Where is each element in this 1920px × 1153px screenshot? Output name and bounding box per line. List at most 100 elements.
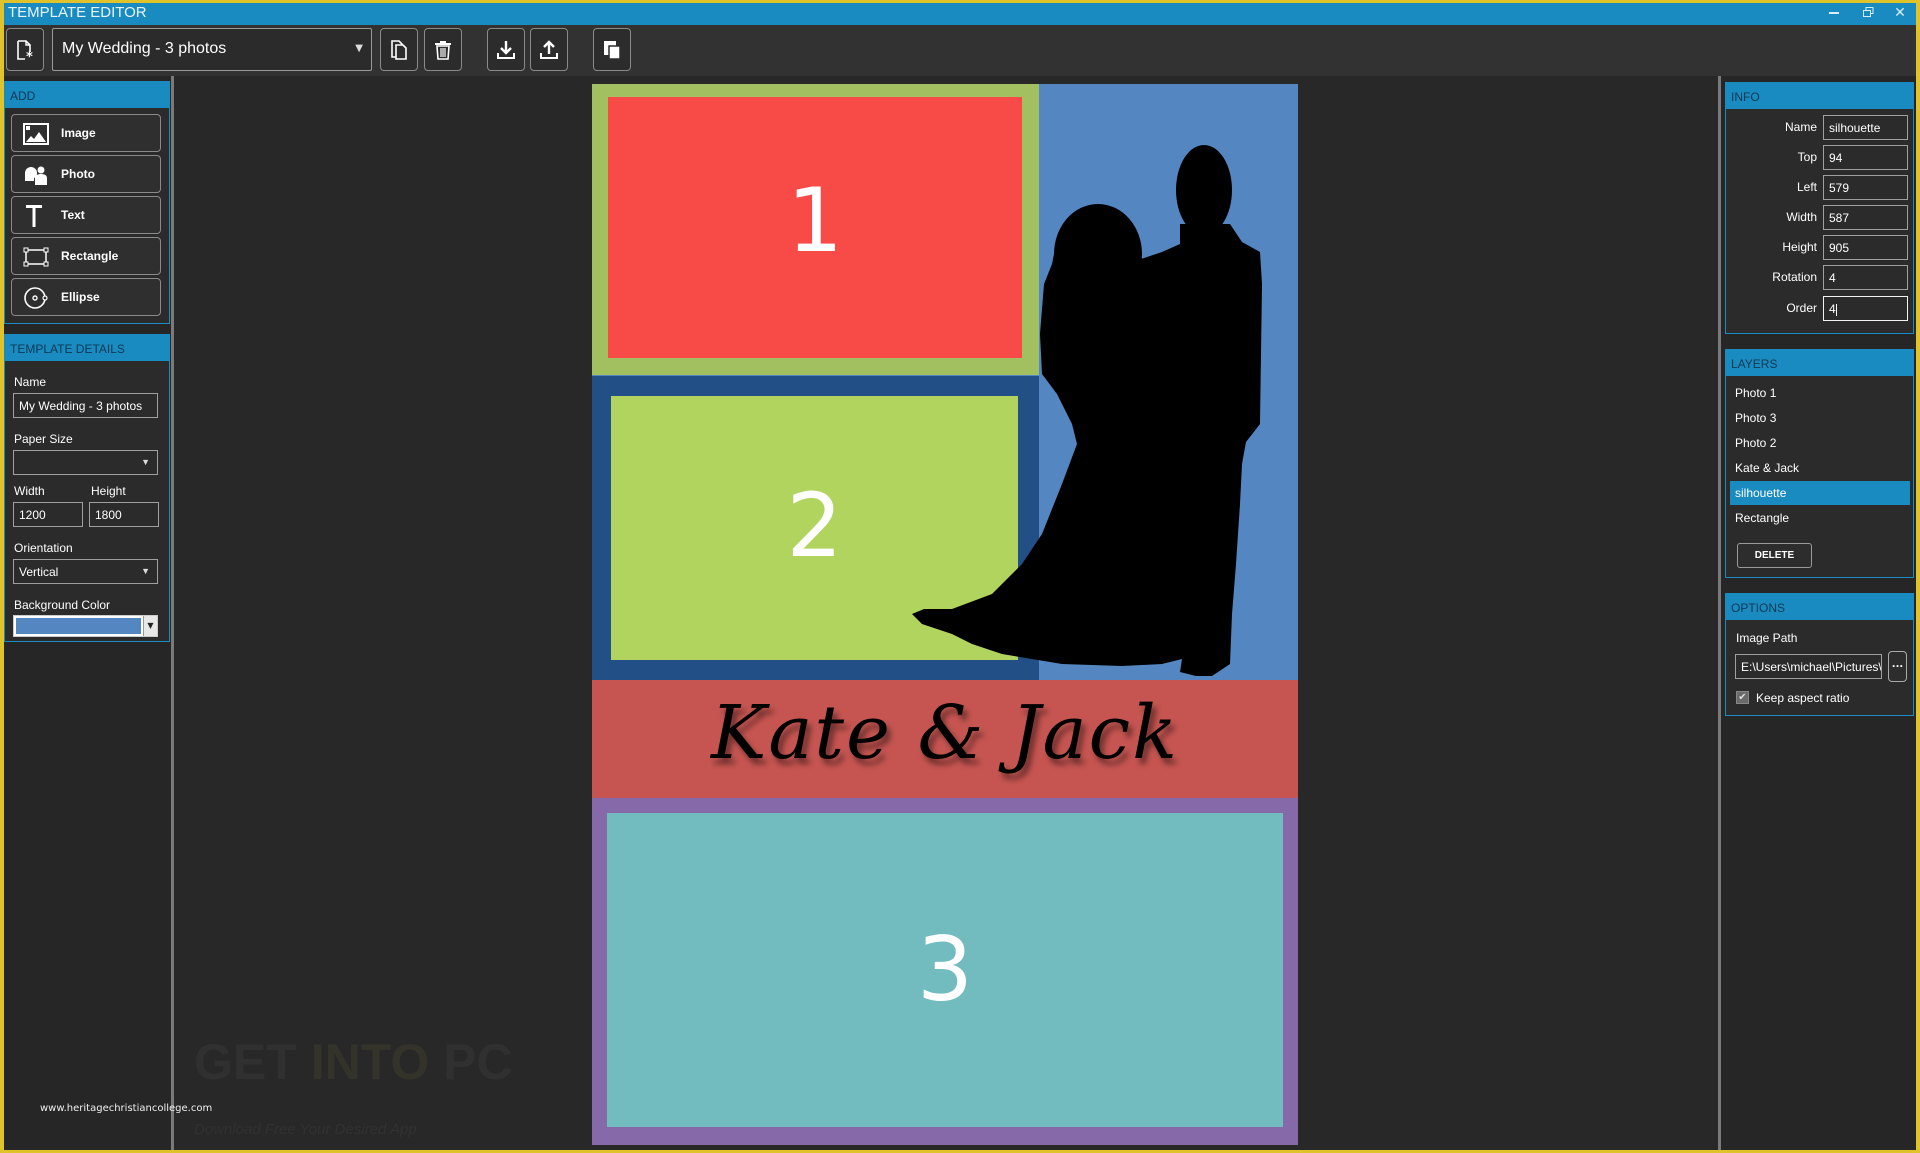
- close-button[interactable]: ✕: [1886, 3, 1914, 25]
- kate-jack-text-banner[interactable]: Kate & Jack: [592, 680, 1298, 798]
- add-ellipse-label: Ellipse: [61, 290, 100, 304]
- duplicate-template-button[interactable]: [380, 28, 418, 71]
- orientation-label: Orientation: [14, 541, 73, 555]
- browse-button[interactable]: ...: [1888, 651, 1907, 682]
- image-path-label: Image Path: [1736, 631, 1798, 645]
- template-selector-value: My Wedding - 3 photos: [62, 40, 227, 57]
- layers-group: LAYERS Photo 1 Photo 3 Photo 2 Kate & Ja…: [1725, 349, 1914, 578]
- photo-3-placeholder[interactable]: 3: [607, 813, 1283, 1127]
- template-details-group: TEMPLATE DETAILS Name My Wedding - 3 pho…: [4, 334, 170, 642]
- restore-icon: [1862, 7, 1873, 17]
- orientation-value: Vertical: [19, 565, 59, 579]
- template-selector[interactable]: My Wedding - 3 photos ▼: [52, 28, 372, 71]
- text-icon: [26, 205, 42, 227]
- add-header: ADD: [5, 82, 169, 108]
- chevron-down-icon[interactable]: ▼: [143, 616, 157, 636]
- background-color-label: Background Color: [14, 598, 111, 612]
- paper-size-label: Paper Size: [14, 432, 73, 446]
- info-header: INFO: [1726, 83, 1913, 109]
- import-template-button[interactable]: [487, 28, 525, 71]
- stack-icon: [604, 40, 621, 60]
- silhouette-image[interactable]: [912, 144, 1272, 704]
- add-image-button[interactable]: Image: [11, 114, 161, 152]
- height-label: Height: [91, 484, 126, 498]
- template-name-input[interactable]: My Wedding - 3 photos: [13, 393, 158, 418]
- template-canvas[interactable]: 1 2 Kate & Jack 3: [592, 84, 1298, 1145]
- left-splitter[interactable]: [171, 76, 174, 1150]
- info-order-input[interactable]: 4: [1823, 296, 1908, 321]
- new-template-button[interactable]: *: [6, 28, 44, 71]
- template-details-header: TEMPLATE DETAILS: [5, 335, 169, 361]
- background-color-picker[interactable]: ▼: [13, 615, 158, 637]
- info-height-label: Height: [1782, 240, 1817, 254]
- image-icon: [23, 123, 49, 145]
- add-group: ADD Image Photo Text Rectangle Ellipse: [4, 81, 170, 324]
- app-window: TEMPLATE EDITOR ✕ * My Wedding - 3 photo…: [4, 3, 1916, 1150]
- info-width-label: Width: [1786, 210, 1817, 224]
- info-top-input[interactable]: 94: [1823, 145, 1908, 170]
- width-input[interactable]: 1200: [13, 502, 83, 527]
- toolbar: * My Wedding - 3 photos ▼: [4, 25, 1916, 76]
- left-panel: ADD Image Photo Text Rectangle Ellipse T…: [4, 76, 170, 1150]
- info-height-input[interactable]: 905: [1823, 235, 1908, 260]
- watermark-logo-part2: INTO: [310, 1034, 430, 1090]
- chevron-down-icon: ▼: [141, 457, 150, 467]
- info-name-label: Name: [1784, 120, 1817, 134]
- couple-silhouette-icon: [912, 145, 1262, 676]
- info-order-label: Order: [1786, 301, 1817, 315]
- minimize-icon: [1829, 11, 1839, 14]
- add-rectangle-label: Rectangle: [61, 249, 119, 263]
- add-photo-button[interactable]: Photo: [11, 155, 161, 193]
- layers-header: LAYERS: [1726, 350, 1913, 376]
- image-path-input[interactable]: E:\Users\michael\Pictures\: [1735, 654, 1882, 679]
- add-text-label: Text: [61, 208, 85, 222]
- keep-aspect-label: Keep aspect ratio: [1756, 691, 1850, 705]
- add-text-button[interactable]: Text: [11, 196, 161, 234]
- download-icon: [497, 40, 515, 59]
- rectangle-icon: [23, 247, 49, 267]
- name-label: Name: [14, 375, 47, 389]
- paper-size-select[interactable]: ▼: [13, 450, 158, 475]
- watermark-logo: GET INTO PC: [194, 1033, 513, 1091]
- add-ellipse-button[interactable]: Ellipse: [11, 278, 161, 316]
- layers-button[interactable]: [593, 28, 631, 71]
- info-left-input[interactable]: 579: [1823, 175, 1908, 200]
- layer-item[interactable]: Photo 1: [1730, 381, 1910, 405]
- export-template-button[interactable]: [530, 28, 568, 71]
- layer-item[interactable]: Photo 3: [1730, 406, 1910, 430]
- minimize-button[interactable]: [1820, 3, 1848, 25]
- ellipse-icon: [24, 287, 48, 309]
- info-order-value: 4: [1829, 302, 1836, 316]
- layer-item-selected[interactable]: silhouette: [1730, 481, 1910, 505]
- delete-template-button[interactable]: [424, 28, 462, 71]
- info-rotation-label: Rotation: [1772, 270, 1817, 284]
- add-photo-label: Photo: [61, 167, 95, 181]
- options-header: OPTIONS: [1726, 594, 1913, 620]
- add-rectangle-button[interactable]: Rectangle: [11, 237, 161, 275]
- svg-text:*: *: [26, 50, 33, 61]
- delete-layer-button[interactable]: DELETE: [1737, 543, 1812, 568]
- watermark-url: www.heritagechristiancollege.com: [40, 1103, 213, 1114]
- layer-item[interactable]: Kate & Jack: [1730, 456, 1910, 480]
- info-left-label: Left: [1796, 180, 1817, 194]
- photo-3-number: 3: [917, 918, 973, 1021]
- photo-people-icon: [25, 166, 47, 185]
- add-image-label: Image: [61, 126, 96, 140]
- info-rotation-input[interactable]: 4: [1823, 265, 1908, 290]
- layer-item[interactable]: Rectangle: [1730, 506, 1910, 530]
- layer-item[interactable]: Photo 2: [1730, 431, 1910, 455]
- info-group: INFO Name silhouette Top 94 Left 579 Wid…: [1725, 82, 1914, 334]
- text-cursor: [1835, 303, 1837, 316]
- photo-3-frame[interactable]: 3: [592, 798, 1298, 1145]
- watermark-logo-part3: PC: [429, 1034, 513, 1090]
- watermark-tagline: Download Free Your Desired App: [194, 1121, 417, 1138]
- info-name-input[interactable]: silhouette: [1823, 115, 1908, 140]
- orientation-select[interactable]: Vertical ▼: [13, 559, 158, 584]
- info-width-input[interactable]: 587: [1823, 205, 1908, 230]
- restore-button[interactable]: [1854, 3, 1882, 25]
- trash-icon: [435, 40, 451, 60]
- chevron-down-icon: ▼: [141, 566, 150, 576]
- height-input[interactable]: 1800: [89, 502, 159, 527]
- checkmark-icon: ✔: [1738, 692, 1747, 703]
- keep-aspect-checkbox[interactable]: ✔: [1736, 691, 1749, 704]
